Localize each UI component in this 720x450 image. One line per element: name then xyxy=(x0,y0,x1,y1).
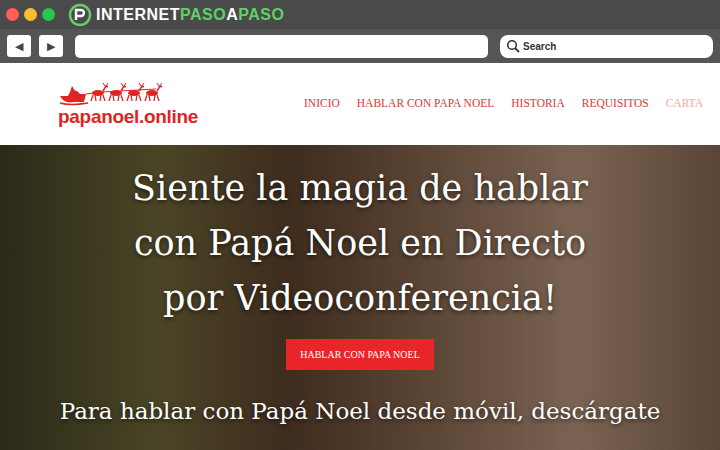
browser-toolbar: ◀ ▶ Search xyxy=(0,29,720,63)
window-controls xyxy=(6,8,55,21)
sleigh-icon xyxy=(58,82,174,106)
search-placeholder: Search xyxy=(523,39,556,54)
window-control-button[interactable] xyxy=(6,8,19,21)
brand-logo-icon xyxy=(68,3,92,27)
site-logo-text: papanoel.online xyxy=(58,106,198,128)
title-bar: INTERNETPASOAPASO xyxy=(0,0,720,29)
search-field[interactable]: Search xyxy=(500,35,713,58)
hero-button[interactable]: HABLAR CON PAPA NOEL xyxy=(286,339,434,370)
window-control-button[interactable] xyxy=(24,8,37,21)
window-control-button[interactable] xyxy=(42,8,55,21)
hero-title-line: con Papá Noel en Directo xyxy=(134,216,586,271)
nav-item[interactable]: INICIO xyxy=(304,95,340,112)
brand-name: INTERNETPASOAPASO xyxy=(96,7,284,23)
address-bar[interactable] xyxy=(75,35,488,58)
hero-title-line: por Videoconferencia! xyxy=(163,271,557,326)
hero-title: Siente la magia de hablarcon Papá Noel e… xyxy=(132,161,588,326)
site-logo[interactable]: papanoel.online xyxy=(58,80,268,128)
hero-title-line: Siente la magia de hablar xyxy=(132,161,588,216)
nav-item[interactable]: HISTORIA xyxy=(511,95,564,112)
site-header: papanoel.online INICIO HABLAR CON PAPA NOE… xyxy=(0,63,720,145)
nav-item[interactable]: CARTA xyxy=(666,95,703,112)
nav-item[interactable]: REQUISITOS xyxy=(582,95,649,112)
hero-section: Siente la magia de hablarcon Papá Noel e… xyxy=(0,145,720,450)
site-nav: INICIO HABLAR CON PAPA NOEL HISTORIA REQUIS… xyxy=(304,95,703,112)
screenshot: INTERNETPASOAPASO ◀ ▶ Search papanoel.online… xyxy=(0,0,720,450)
search-icon xyxy=(506,39,520,53)
forward-button[interactable]: ▶ xyxy=(39,35,63,57)
nav-item[interactable]: HABLAR CON PAPA NOEL xyxy=(357,95,495,112)
brand-logo: INTERNETPASOAPASO xyxy=(68,3,284,27)
back-button[interactable]: ◀ xyxy=(7,35,31,57)
hero-subtitle: Para hablar con Papá Noel desde móvil, d… xyxy=(60,396,661,426)
